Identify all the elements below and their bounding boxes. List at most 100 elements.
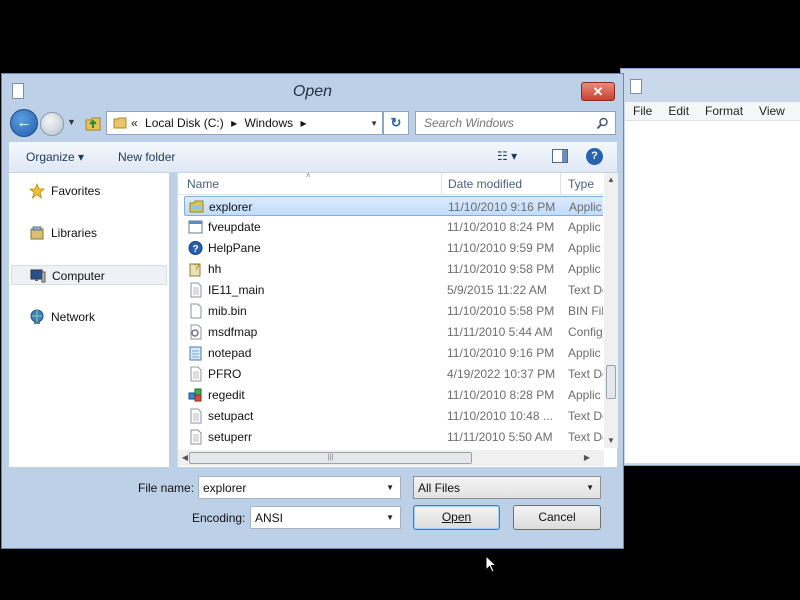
chevron-down-icon[interactable]: ▼ xyxy=(386,513,394,522)
file-row-ie11-main[interactable]: IE11_main 5/9/2015 11:22 AM Text Do xyxy=(184,280,603,300)
menu-file[interactable]: File xyxy=(625,104,660,118)
application-icon xyxy=(188,220,203,234)
file-type: Text Do xyxy=(568,367,603,381)
organize-button[interactable]: Organize ▾ xyxy=(26,150,84,164)
menu-format[interactable]: Format xyxy=(697,104,751,118)
text-file-icon xyxy=(190,366,202,382)
menu-edit[interactable]: Edit xyxy=(660,104,697,118)
file-type-dropdown[interactable]: All Files ▼ xyxy=(413,476,601,499)
config-file-icon xyxy=(190,324,202,340)
notepad-title-bar xyxy=(621,69,800,102)
help-icon: ? xyxy=(188,241,203,255)
breadcrumb: « Local Disk (C:) ▸ Windows ▸ xyxy=(131,116,311,130)
nav-item-favorites[interactable]: Favorites xyxy=(11,181,167,201)
column-header-date[interactable]: Date modified xyxy=(448,177,522,191)
preview-pane-icon[interactable] xyxy=(552,149,568,163)
vertical-scroll-thumb[interactable] xyxy=(606,365,616,399)
cancel-button[interactable]: Cancel xyxy=(513,505,601,530)
menu-view[interactable]: View xyxy=(751,104,793,118)
file-name-field[interactable]: explorer ▼ xyxy=(198,476,401,499)
chevron-down-icon[interactable]: ▼ xyxy=(370,119,378,128)
encoding-value: ANSI xyxy=(255,511,284,525)
forward-button[interactable] xyxy=(40,112,64,136)
file-row-fveupdate[interactable]: fveupdate 11/10/2010 8:24 PM Applic xyxy=(184,217,603,237)
help-icon[interactable]: ? xyxy=(586,148,603,165)
file-name: HelpPane xyxy=(208,241,261,255)
text-file-icon xyxy=(190,429,202,445)
file-date: 11/10/2010 9:58 PM xyxy=(447,262,555,276)
file-type: Config xyxy=(568,325,603,339)
breadcrumb-overflow[interactable]: « xyxy=(131,116,138,130)
column-divider[interactable] xyxy=(560,173,561,195)
encoding-dropdown[interactable]: ANSI ▼ xyxy=(250,506,401,529)
search-box[interactable] xyxy=(415,111,616,135)
file-type: Applic xyxy=(568,346,601,360)
file-row-helppane[interactable]: ? HelpPane 11/10/2010 9:59 PM Applic xyxy=(184,238,603,258)
navigation-bar: ← ▼ « Local Disk (C:) ▸ Windows ▸ ▼ ↻ xyxy=(2,107,623,141)
file-name: regedit xyxy=(208,388,245,402)
up-folder-icon[interactable] xyxy=(84,115,102,132)
regedit-icon xyxy=(188,388,202,402)
open-button[interactable]: Open xyxy=(413,505,500,530)
back-button[interactable]: ← xyxy=(10,109,38,137)
dialog-title: Open xyxy=(292,83,333,100)
column-divider[interactable] xyxy=(441,173,442,195)
file-type: Applic xyxy=(569,200,602,214)
vertical-scrollbar[interactable]: ▲ ▼ xyxy=(604,173,618,448)
file-row-msdfmap[interactable]: msdfmap 11/11/2010 5:44 AM Config xyxy=(184,322,603,342)
open-button-label: Open xyxy=(441,510,472,524)
notepad-text-area[interactable] xyxy=(625,120,800,463)
file-row-setupact[interactable]: setupact 11/10/2010 10:48 ... Text Do xyxy=(184,406,603,426)
file-row-setuperr[interactable]: setuperr 11/11/2010 5:50 AM Text Do xyxy=(184,427,603,447)
horizontal-scroll-thumb[interactable]: ||| xyxy=(189,452,472,464)
dialog-title-bar[interactable]: Open ✕ xyxy=(2,74,623,107)
nav-item-network[interactable]: Network xyxy=(11,307,167,327)
file-date: 11/10/2010 9:59 PM xyxy=(447,241,555,255)
text-file-icon xyxy=(190,282,202,298)
address-bar[interactable]: « Local Disk (C:) ▸ Windows ▸ ▼ xyxy=(106,111,383,135)
file-name: PFRO xyxy=(208,367,242,381)
views-icon[interactable]: ☷ ▾ xyxy=(497,149,517,163)
file-type: BIN File xyxy=(568,304,603,318)
file-row-notepad[interactable]: notepad 11/10/2010 9:16 PM Applic xyxy=(184,343,603,363)
recent-pages-dropdown[interactable]: ▼ xyxy=(67,117,76,127)
column-header-name[interactable]: Name xyxy=(187,177,219,191)
breadcrumb-separator[interactable]: ▸ xyxy=(300,116,306,130)
file-type: Applic xyxy=(568,241,601,255)
nav-item-label: Favorites xyxy=(51,184,101,198)
breadcrumb-separator[interactable]: ▸ xyxy=(231,116,237,130)
file-date: 11/10/2010 9:16 PM xyxy=(448,200,556,214)
column-header-type[interactable]: Type xyxy=(568,177,594,191)
scroll-up-icon[interactable]: ▲ xyxy=(604,173,618,187)
new-folder-button[interactable]: New folder xyxy=(118,150,175,164)
file-row-mib-bin[interactable]: mib.bin 11/10/2010 5:58 PM BIN File xyxy=(184,301,603,321)
scroll-down-icon[interactable]: ▼ xyxy=(604,434,618,448)
file-name-value: explorer xyxy=(203,481,247,495)
chevron-down-icon[interactable]: ▼ xyxy=(386,483,394,492)
star-icon xyxy=(29,183,45,199)
explorer-folder-icon xyxy=(189,200,204,213)
file-date: 11/10/2010 5:58 PM xyxy=(447,304,555,318)
nav-item-computer[interactable]: Computer xyxy=(11,265,167,285)
menu-help[interactable]: H xyxy=(793,104,800,118)
file-row-hh[interactable]: ? hh 11/10/2010 9:58 PM Applic xyxy=(184,259,603,279)
file-row-pfro[interactable]: PFRO 4/19/2022 10:37 PM Text Do xyxy=(184,364,603,384)
close-button[interactable]: ✕ xyxy=(581,82,615,101)
chevron-down-icon[interactable]: ▼ xyxy=(586,483,594,492)
nav-item-libraries[interactable]: Libraries xyxy=(11,223,167,243)
breadcrumb-windows[interactable]: Windows xyxy=(244,116,293,130)
refresh-button[interactable]: ↻ xyxy=(383,111,409,135)
mouse-pointer-icon xyxy=(485,555,497,573)
back-arrow-icon: ← xyxy=(16,114,32,131)
search-icon[interactable] xyxy=(596,117,609,130)
file-name: notepad xyxy=(208,346,252,360)
scroll-right-icon[interactable]: ▶ xyxy=(580,451,594,465)
horizontal-scrollbar[interactable]: ◀ ||| ▶ xyxy=(178,450,604,466)
file-row-regedit[interactable]: regedit 11/10/2010 8:28 PM Applic xyxy=(184,385,603,405)
breadcrumb-local-disk[interactable]: Local Disk (C:) xyxy=(145,116,224,130)
search-input[interactable] xyxy=(422,113,592,133)
encoding-label: Encoding: xyxy=(192,511,246,525)
computer-icon xyxy=(30,269,46,283)
file-row-explorer[interactable]: explorer 11/10/2010 9:16 PM Applic xyxy=(184,196,603,216)
file-name: fveupdate xyxy=(208,220,261,234)
